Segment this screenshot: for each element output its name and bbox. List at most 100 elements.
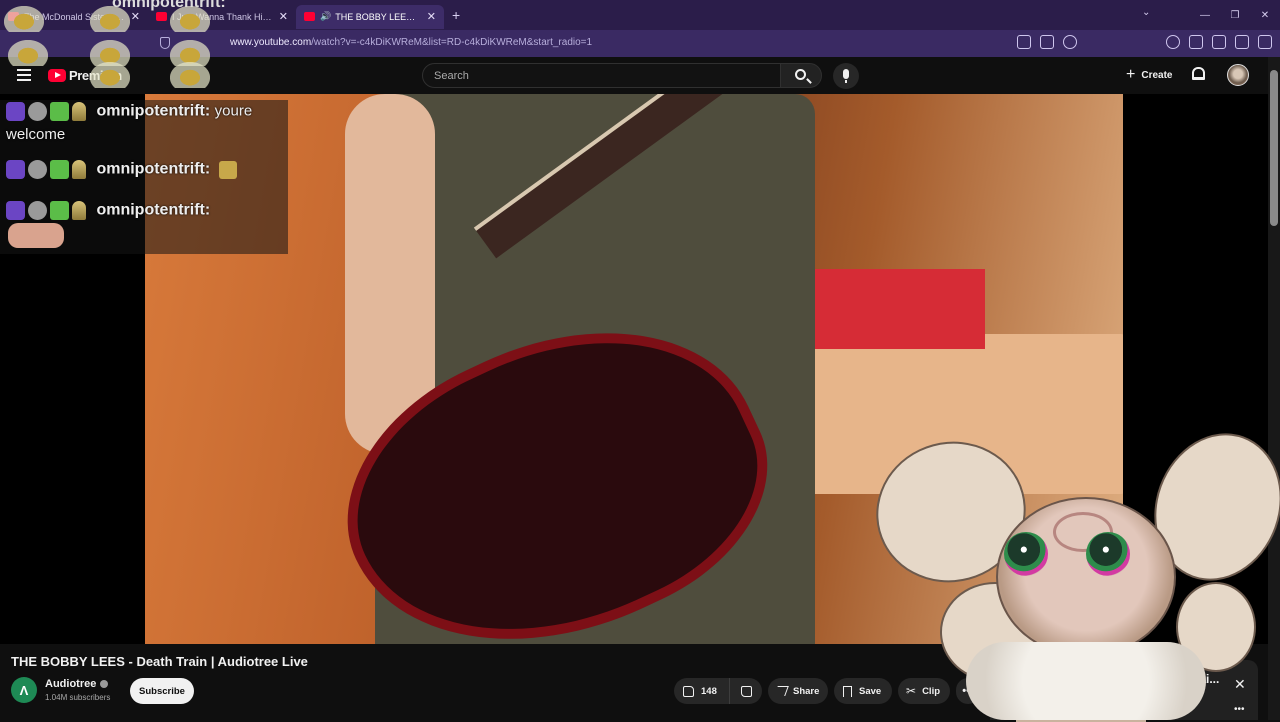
close-tab-icon[interactable]: ✕ [427, 10, 436, 23]
browser-tab-1[interactable]: The McDonald Sisters - I Thank ✕ [0, 5, 148, 29]
dislike-button[interactable] [730, 685, 762, 697]
clip-label: Clip [922, 685, 941, 697]
share-label: Share [793, 685, 820, 697]
close-tab-icon[interactable]: ✕ [131, 10, 140, 23]
notifications-bell-icon[interactable] [1192, 67, 1205, 80]
thumbs-down-icon [740, 685, 752, 697]
mix-playlist-panel[interactable]: M Trai... Mix ✕ ••• [990, 660, 1258, 720]
avatar-badge-icon [28, 102, 47, 121]
restore-icon[interactable]: ❐ [1220, 10, 1250, 21]
extensions-puzzle-icon[interactable] [1212, 35, 1226, 49]
reader-view-icon[interactable] [1040, 35, 1054, 49]
tab-title: I Just Wanna Thank Him - Harm [172, 11, 273, 22]
create-label: Create [1141, 69, 1173, 81]
user-avatar[interactable] [1227, 64, 1249, 86]
share-button[interactable]: Share [768, 678, 828, 704]
avatar-badge-icon [28, 201, 47, 220]
youtube-play-icon [48, 69, 66, 82]
channel-name[interactable]: Audiotree [45, 678, 109, 690]
video-player[interactable] [145, 94, 1123, 644]
guide-menu-icon[interactable] [17, 69, 31, 81]
chat-username: omnipotentrift: [96, 102, 211, 120]
account-icon[interactable] [1166, 35, 1180, 49]
url-host: www.youtube.com [230, 37, 312, 48]
chat-message: omnipotentrift: [6, 160, 237, 179]
save-label: Save [859, 685, 882, 697]
youtube-favicon-icon [304, 12, 315, 21]
url-path: /watch?v=-c4kDiKWReM&list=RD-c4kDiKWReM&… [311, 37, 593, 48]
bookmark-star-icon[interactable] [1063, 35, 1077, 49]
panel-subtitle: Mix [1002, 692, 1013, 699]
share-arrow-icon [774, 686, 789, 696]
speaker-icon[interactable]: 🔊 [320, 11, 331, 22]
screenshot-icon[interactable] [1017, 35, 1031, 49]
save-bookmark-icon [843, 685, 852, 697]
close-tab-icon[interactable]: ✕ [279, 10, 288, 23]
logo-text: Premium [69, 68, 122, 83]
search-icon [795, 69, 806, 80]
search-button[interactable] [780, 63, 822, 88]
chat-badges [6, 102, 86, 121]
plus-icon: + [1126, 66, 1136, 83]
tab-title: THE BOBBY LEES - Death Tr [335, 11, 421, 22]
twitch-badge-icon [6, 102, 25, 121]
new-tab-plus-icon[interactable]: + [452, 7, 460, 23]
thumbs-up-icon [683, 685, 694, 697]
youtube-premium-logo[interactable]: Premium [48, 68, 122, 83]
video-amp-scene [805, 334, 1123, 494]
cone-badge-icon [72, 201, 86, 220]
page-scrollbar-thumb[interactable] [1270, 70, 1278, 226]
wifi-extension-icon[interactable] [1235, 35, 1249, 49]
scissors-icon: ✂ [906, 684, 917, 698]
twitch-badge-icon [6, 201, 25, 220]
browser-tab-strip: The McDonald Sisters - I Thank ✕ I Just … [0, 0, 1280, 30]
video-red-amp-head [815, 269, 985, 349]
minimize-icon[interactable]: — [1190, 10, 1220, 21]
like-button[interactable]: 148 [674, 678, 730, 704]
chat-text-wrap: welcome [6, 126, 66, 143]
panel-title-end: Trai... [1188, 672, 1220, 686]
stream-chat-overlay: omnipotentrift: youre welcome omnipotent… [0, 100, 288, 254]
chat-text: youre [214, 102, 253, 120]
menu-icon[interactable] [1258, 35, 1272, 49]
more-actions-button[interactable]: ••• [956, 678, 980, 704]
chat-badges [6, 160, 86, 179]
search-input[interactable] [423, 64, 780, 87]
search-box [422, 63, 781, 88]
window-controls: — ❐ ✕ [1190, 0, 1280, 30]
cone-badge-icon [72, 160, 86, 179]
like-count: 148 [701, 685, 717, 697]
avatar-badge-icon [28, 160, 47, 179]
panel-more-icon[interactable]: ••• [1234, 704, 1245, 715]
subscribe-button[interactable]: Subscribe [130, 678, 194, 704]
verified-badge-icon [100, 680, 109, 688]
tab-title: The McDonald Sisters - I Thank [24, 11, 125, 22]
window-close-icon[interactable]: ✕ [1250, 10, 1280, 21]
save-button[interactable]: Save [834, 678, 892, 704]
browser-tab-2[interactable]: I Just Wanna Thank Him - Harm ✕ [148, 5, 296, 29]
url-field[interactable]: www.youtube.com/watch?v=-c4kDiKWReM&list… [230, 37, 592, 48]
create-button[interactable]: + Create [1117, 64, 1181, 86]
shield-extension-icon[interactable] [1189, 35, 1203, 49]
address-bar: www.youtube.com/watch?v=-c4kDiKWReM&list… [0, 30, 1280, 57]
chat-message: omnipotentrift: [6, 201, 210, 220]
channel-name-text: Audiotree [45, 678, 97, 690]
tab-list-chevron-down-icon[interactable]: ⌄ [1142, 7, 1150, 18]
chat-badges [6, 201, 86, 220]
like-dislike-group: 148 [674, 678, 762, 704]
video-title: THE BOBBY LEES - Death Train | Audiotree… [11, 654, 308, 669]
browser-tab-3-active[interactable]: 🔊 THE BOBBY LEES - Death Tr ✕ [296, 4, 444, 29]
voice-search-mic-icon[interactable] [833, 63, 859, 89]
chat-message: omnipotentrift: youre [6, 102, 252, 121]
tracking-shield-icon[interactable] [160, 37, 170, 49]
sword-badge-icon [50, 102, 69, 121]
channel-avatar[interactable]: Λ [11, 677, 37, 703]
panel-title: M [1002, 672, 1012, 686]
sword-badge-icon [50, 160, 69, 179]
panel-close-icon[interactable]: ✕ [1234, 676, 1246, 693]
youtube-favicon-icon [8, 12, 19, 21]
chat-username: omnipotentrift: [96, 201, 211, 219]
subscriber-count: 1.04M subscribers [45, 693, 111, 702]
emote-icon [218, 160, 237, 179]
clip-button[interactable]: ✂ Clip [898, 678, 950, 704]
